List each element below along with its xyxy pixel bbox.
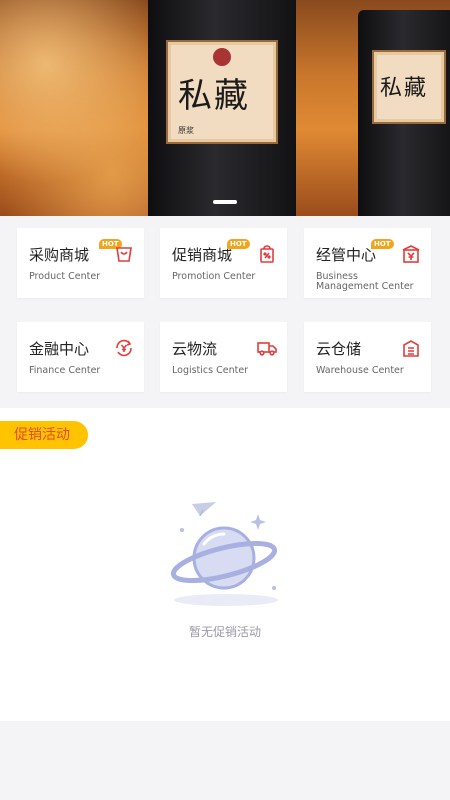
yen-building-icon	[402, 245, 420, 263]
card-title: 采购商城	[29, 246, 90, 264]
card-subtitle: Product Center	[29, 271, 101, 282]
truck-icon	[257, 342, 277, 356]
card-title: 云仓储	[316, 340, 362, 358]
card-warehouse-center[interactable]: 云仓储 Warehouse Center	[304, 322, 431, 392]
card-finance-center[interactable]: 金融中心 Finance Center	[17, 322, 144, 392]
hot-badge: HOT	[227, 239, 250, 249]
bottle-brand-text: 私藏	[178, 76, 250, 116]
empty-state-text: 暂无促销活动	[188, 625, 261, 639]
bottle-brand-text-secondary: 私藏	[380, 76, 429, 101]
card-subtitle: Business Management Center	[316, 271, 414, 292]
hero-banner[interactable]: 私藏 原浆 私藏	[0, 0, 450, 216]
warehouse-icon	[403, 340, 419, 357]
shopping-bag-icon	[116, 247, 132, 262]
card-product-center[interactable]: 采购商城 HOT Product Center	[17, 228, 144, 298]
category-grid: 采购商城 HOT Product Center 促销商城 HOT Promoti…	[0, 216, 450, 408]
card-subtitle: Promotion Center	[172, 271, 256, 282]
promo-section-tag[interactable]: 促销活动	[0, 421, 88, 449]
carousel-indicator[interactable]	[213, 200, 237, 204]
bottle-label-secondary: 私藏	[372, 50, 446, 124]
card-title: 经管中心	[316, 246, 377, 264]
card-title: 促销商城	[172, 246, 233, 264]
card-subtitle: Warehouse Center	[316, 365, 404, 376]
bottle-label-sub: 原浆	[178, 126, 194, 135]
yen-refresh-icon	[116, 339, 132, 357]
card-logistics-center[interactable]: 云物流 Logistics Center	[160, 322, 287, 392]
card-subtitle: Finance Center	[29, 365, 101, 376]
card-promotion-center[interactable]: 促销商城 HOT Promotion Center	[160, 228, 287, 298]
card-title: 金融中心	[29, 340, 90, 358]
promo-section: 促销活动 暂无促销活动	[0, 408, 450, 721]
card-business-management[interactable]: 经管中心 HOT Business Management Center	[304, 228, 431, 298]
card-title: 云物流	[172, 340, 218, 358]
bottle-label: 私藏 原浆	[166, 40, 278, 144]
hot-badge: HOT	[371, 239, 394, 249]
seal-icon	[213, 48, 231, 66]
planet-empty-icon	[170, 502, 278, 606]
discount-bag-icon	[260, 245, 274, 263]
card-subtitle: Logistics Center	[172, 365, 249, 376]
